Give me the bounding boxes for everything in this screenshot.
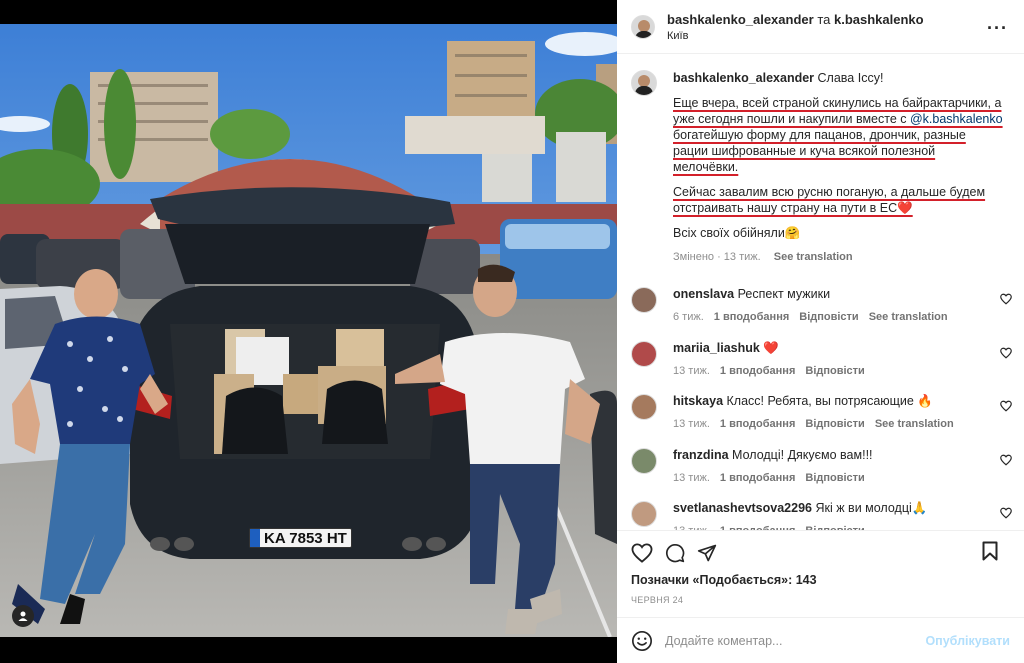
comment-meta: 13 тиж. 1 вподобання Відповісти (673, 365, 993, 377)
comment-text: onenslava Респект мужики (673, 286, 993, 302)
coauthor-separator: та (817, 11, 831, 27)
add-comment-bar: Опублікувати (617, 617, 1024, 663)
comment-translate-link[interactable]: See translation (869, 311, 948, 323)
comment-likes[interactable]: 1 вподобання (720, 365, 795, 377)
comment-text: hitskaya Класс! Ребята, вы потрясающие 🔥 (673, 393, 993, 409)
caption-meta: Змінено · 13 тиж. See translation (673, 249, 1003, 265)
caption-avatar[interactable] (631, 70, 657, 96)
comment-meta: 13 тиж. 1 вподобання Відповісти See transla… (673, 418, 993, 430)
comment-time: 6 тиж. (673, 311, 704, 323)
commenter-avatar[interactable] (631, 501, 657, 528)
caption-paragraph-3: Всіх своїх обійняли🤗 (673, 226, 801, 240)
caption-paragraph-1: Еще вчера, всей страной скинулись на бай… (673, 96, 1003, 174)
post-date: ЧЕРВНЯ 24 (631, 595, 684, 605)
comment-like-heart-icon[interactable] (1000, 454, 1012, 466)
caption-username[interactable]: bashkalenko_alexander (673, 71, 814, 85)
commenter-avatar[interactable] (631, 447, 657, 474)
save-bookmark-icon[interactable] (982, 541, 998, 561)
post-side-panel: bashkalenko_alexander та k.bashkalenko К… (617, 0, 1024, 663)
tagged-users-button[interactable] (12, 605, 34, 627)
comment-like-heart-icon[interactable] (1000, 400, 1012, 412)
comment-row: mariia_liashuk ❤️ 13 тиж. 1 вподобання Відп… (617, 339, 1024, 393)
post-photo: KA 7853 HT (0, 24, 617, 637)
caption-mention-link[interactable]: @k.bashkalenko (910, 112, 1003, 126)
post-header: bashkalenko_alexander та k.bashkalenko К… (617, 0, 1024, 54)
comment-time: 13 тиж. (673, 364, 710, 377)
post-caption: bashkalenko_alexander Слава Іссу! Еще вч… (617, 55, 1024, 265)
comment-row: franzdina Молодці! Дякуємо вам!!! 13 тиж.… (617, 446, 1024, 500)
emoji-icon[interactable] (631, 630, 653, 652)
plate-flag (250, 529, 260, 547)
commenter-avatar[interactable] (631, 394, 657, 421)
comment-row: svetlanashevtsova2296 Які ж ви молодці🙏1… (617, 499, 1024, 530)
share-icon[interactable] (697, 543, 717, 563)
post-location[interactable]: Київ (667, 30, 924, 42)
comment-row: hitskaya Класс! Ребята, вы потрясающие 🔥… (617, 392, 1024, 446)
comment-reply-button[interactable]: Відповісти (799, 311, 858, 323)
comment-reply-button[interactable]: Відповісти (805, 418, 864, 430)
comments-list[interactable]: bashkalenko_alexander Слава Іссу! Еще вч… (617, 55, 1024, 530)
comment-row: onenslava Респект мужики 6 тиж. 1 вподобан… (617, 285, 1024, 339)
commenter-avatar[interactable] (631, 287, 657, 313)
comment-time: 13 тиж. (673, 471, 710, 484)
license-plate: KA 7853 HT (249, 528, 352, 548)
post-modal: KA 7853 HT bashkalenko_alexander та k.ba… (0, 0, 1024, 663)
post-actions: Позначки «Подобається»: 143 ЧЕРВНЯ 24 (617, 530, 1024, 605)
publish-button[interactable]: Опублікувати (925, 634, 1010, 648)
comment-reply-button[interactable]: Відповісти (805, 365, 864, 377)
comment-message: Які ж ви молодці🙏 (815, 501, 928, 516)
comment-likes[interactable]: 1 вподобання (720, 418, 795, 430)
comment-meta: 6 тиж. 1 вподобання Відповісти See translat… (673, 311, 993, 323)
comment-message: Класс! Ребята, вы потрясающие 🔥 (726, 394, 933, 409)
comment-meta: 13 тиж. 1 вподобання Відповісти (673, 472, 993, 484)
comment-icon[interactable] (665, 543, 685, 563)
commenter-username[interactable]: svetlanashevtsova2296 (673, 501, 812, 515)
comment-likes[interactable]: 1 вподобання (714, 311, 789, 323)
plate-number: KA 7853 HT (264, 529, 347, 547)
caption-intro: Слава Іссу! (817, 71, 884, 85)
caption-paragraph-2: Сейчас завалим всю русню поганую, а даль… (673, 185, 986, 215)
comment-like-heart-icon[interactable] (1000, 347, 1012, 359)
commenter-username[interactable]: onenslava (673, 287, 734, 301)
comment-text: svetlanashevtsova2296 Які ж ви молодці🙏 (673, 500, 993, 516)
comment-time: 13 тиж. (673, 418, 710, 431)
comment-message: Молодці! Дякуємо вам!!! (732, 447, 873, 462)
commenter-username[interactable]: mariia_liashuk (673, 341, 760, 355)
caption-translate-link[interactable]: See translation (774, 251, 853, 263)
coauthor-username[interactable]: k.bashkalenko (834, 12, 924, 27)
comment-input[interactable] (665, 633, 915, 648)
more-options-icon[interactable]: ··· (987, 18, 1008, 39)
comment-message: Респект мужики (737, 287, 831, 301)
comment-like-heart-icon[interactable] (1000, 507, 1012, 519)
like-heart-icon[interactable] (631, 543, 653, 563)
caption-edited-time: Змінено · 13 тиж. (673, 251, 761, 263)
comment-reply-button[interactable]: Відповісти (805, 472, 864, 484)
commenter-avatar[interactable] (631, 340, 657, 367)
comment-text: franzdina Молодці! Дякуємо вам!!! (673, 447, 993, 463)
author-avatar[interactable] (631, 14, 655, 39)
person-icon (18, 611, 28, 621)
commenter-username[interactable]: franzdina (673, 448, 729, 462)
comment-translate-link[interactable]: See translation (875, 418, 954, 430)
commenter-username[interactable]: hitskaya (673, 394, 723, 408)
author-username[interactable]: bashkalenko_alexander (667, 12, 814, 27)
likes-count[interactable]: Позначки «Подобається»: 143 (631, 573, 1010, 587)
comment-likes[interactable]: 1 вподобання (720, 472, 795, 484)
comment-like-heart-icon[interactable] (1000, 293, 1012, 305)
comment-message: ❤️ (763, 340, 779, 355)
comment-text: mariia_liashuk ❤️ (673, 340, 993, 356)
